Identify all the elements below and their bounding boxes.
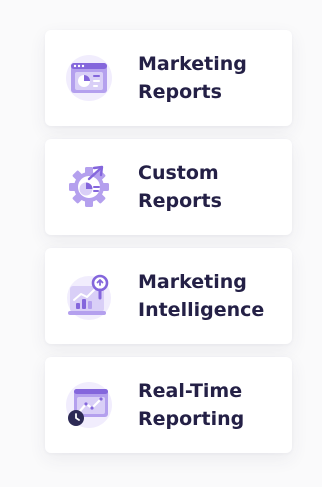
- menu-item-marketing-reports[interactable]: Marketing Reports: [45, 30, 292, 126]
- menu-item-label: Marketing Intelligence: [138, 268, 288, 324]
- menu-item-label-line2: Reports: [138, 190, 222, 212]
- menu-item-label-line1: Custom: [138, 162, 219, 184]
- menu-item-marketing-intelligence[interactable]: Marketing Intelligence: [45, 248, 292, 344]
- menu-item-label: Custom Reports: [138, 159, 288, 215]
- gear-chart-icon: [65, 163, 113, 211]
- menu-item-label-line2: Intelligence: [138, 299, 265, 321]
- report-dashboard-icon: [65, 54, 113, 102]
- menu-item-label: Marketing Reports: [138, 50, 288, 106]
- menu-item-label-line2: Reports: [138, 81, 222, 103]
- menu-item-custom-reports[interactable]: Custom Reports: [45, 139, 292, 235]
- menu-item-label-line1: Real-Time: [138, 380, 243, 402]
- menu-item-label-line2: Reporting: [138, 408, 245, 430]
- menu-item-label-line1: Marketing: [138, 53, 247, 75]
- magnifier-chart-icon: [65, 272, 113, 320]
- clock-chart-icon: [65, 381, 113, 429]
- menu-item-real-time-reporting[interactable]: Real-Time Reporting: [45, 357, 292, 453]
- menu-item-label-line1: Marketing: [138, 271, 247, 293]
- menu-item-label: Real-Time Reporting: [138, 377, 288, 433]
